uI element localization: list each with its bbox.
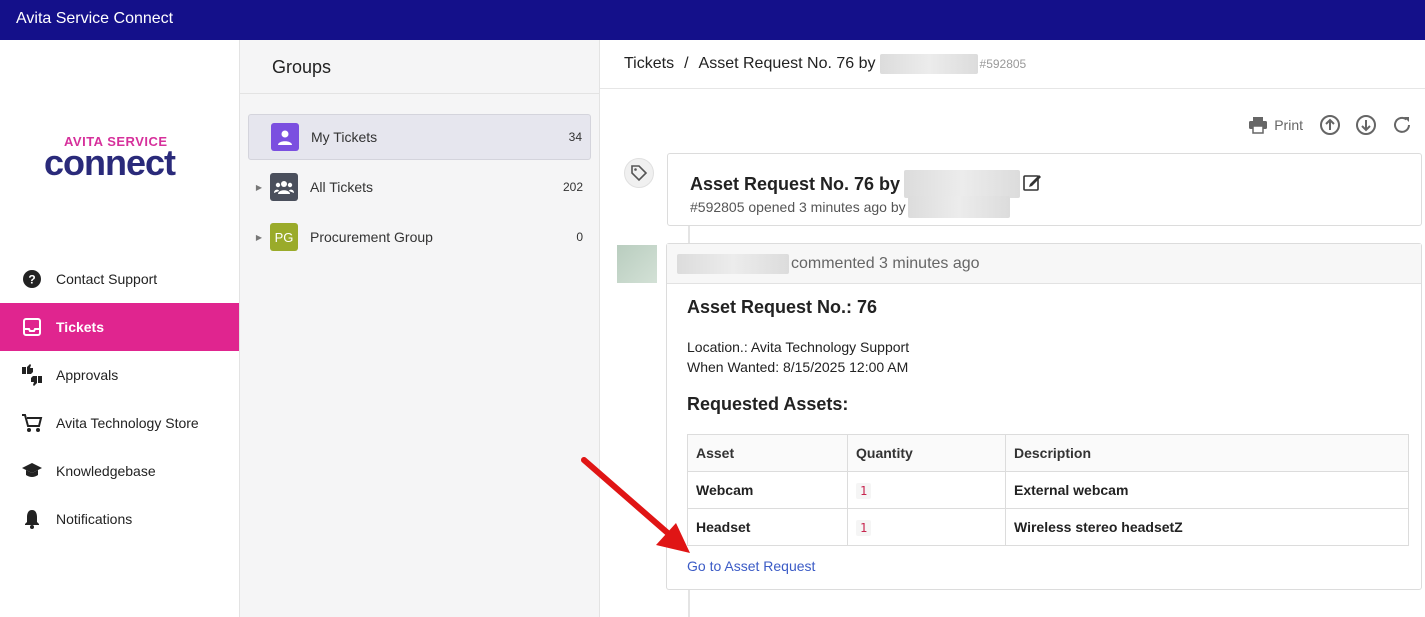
group-label: All Tickets (310, 179, 374, 195)
ticket-meta: #592805 opened 3 minutes ago by (690, 196, 1010, 218)
sidebar-item-approvals[interactable]: Approvals (0, 351, 239, 399)
ticket-title-text: Asset Request No. 76 by (690, 173, 901, 194)
cart-icon (20, 411, 44, 435)
asset-description: Wireless stereo headsetZ (1005, 508, 1409, 546)
requested-assets-heading: Requested Assets: (687, 394, 849, 414)
app-title: Avita Service Connect (16, 10, 174, 27)
ticket-title: Asset Request No. 76 by (690, 170, 1042, 198)
group-avatar: PG (270, 223, 298, 251)
group-item-all-tickets[interactable]: ▶ All Tickets 202 (248, 164, 591, 210)
breadcrumb-separator: / (684, 55, 689, 72)
comment-header: commented 3 minutes ago (667, 244, 1421, 284)
redacted-name (879, 54, 978, 74)
comment-card: commented 3 minutes ago Asset Request No… (666, 243, 1422, 590)
column-header: Asset (687, 434, 848, 472)
groups-header: Groups (240, 40, 599, 94)
sidebar-item-knowledgebase[interactable]: Knowledgebase (0, 447, 239, 495)
groups-title: Groups (272, 57, 332, 77)
group-label: Procurement Group (310, 229, 433, 245)
group-count: 34 (568, 130, 582, 144)
expand-caret-icon[interactable]: ▶ (248, 183, 270, 192)
column-header: Description (1005, 434, 1409, 472)
help-circle-icon: ? (20, 267, 44, 291)
table-row: Webcam 1 External webcam (687, 471, 1409, 509)
groups-panel: Groups My Tickets 34 ▶ All Tickets 202 ▶… (240, 40, 600, 617)
scroll-up-button[interactable] (1319, 114, 1341, 136)
asset-quantity: 1 (847, 508, 1006, 546)
edit-icon[interactable] (1022, 172, 1042, 197)
breadcrumb-tickets[interactable]: Tickets (624, 55, 674, 73)
go-to-asset-request-link[interactable]: Go to Asset Request (687, 558, 815, 574)
request-heading: Asset Request No.: 76 (687, 297, 878, 317)
ticket-toolbar: Print (1234, 114, 1413, 136)
sidebar-item-label: Avita Technology Store (56, 415, 199, 431)
sidebar-item-label: Notifications (56, 511, 133, 527)
app-header: Avita Service Connect (0, 0, 1425, 40)
refresh-icon (1391, 114, 1413, 136)
ticket-summary-card: Asset Request No. 76 by #592805 opened 3… (667, 153, 1422, 226)
arrow-down-circle-icon (1355, 114, 1377, 136)
redacted-name (677, 253, 789, 274)
table-row: Headset 1 Wireless stereo headsetZ (687, 508, 1409, 546)
sidebar-item-notifications[interactable]: Notifications (0, 495, 239, 543)
breadcrumb: Tickets / Asset Request No. 76 by #59280… (624, 54, 1026, 74)
logo-line-2: connect (44, 142, 176, 183)
group-icon (270, 173, 298, 201)
print-button[interactable]: Print (1248, 116, 1303, 134)
bell-icon (20, 507, 44, 531)
comment-meta: commented 3 minutes ago (791, 254, 980, 272)
ticket-meta-text: #592805 opened 3 minutes ago by (690, 199, 906, 215)
sidebar-item-store[interactable]: Avita Technology Store (0, 399, 239, 447)
breadcrumb-ticket-number: #592805 (979, 57, 1027, 71)
asset-name: Webcam (687, 471, 848, 509)
person-icon (271, 123, 299, 151)
request-location: Location.: Avita Technology Support (687, 339, 910, 355)
asset-quantity: 1 (847, 471, 1006, 509)
expand-caret-icon[interactable]: ▶ (248, 233, 270, 242)
column-header: Quantity (847, 434, 1006, 472)
quantity-value: 1 (856, 483, 872, 499)
quantity-value: 1 (856, 520, 872, 536)
ticket-view: Tickets / Asset Request No. 76 by #59280… (600, 40, 1425, 617)
asset-description: External webcam (1005, 471, 1409, 509)
arrow-up-circle-icon (1319, 114, 1341, 136)
table-header-row: Asset Quantity Description (687, 434, 1409, 472)
thumbs-up-down-icon (20, 363, 44, 387)
sidebar-item-label: Contact Support (56, 271, 158, 287)
sidebar: AVITA SERVICE connect ? Contact Support … (0, 40, 240, 617)
svg-text:?: ? (28, 273, 35, 287)
sidebar-item-label: Approvals (56, 367, 119, 383)
scroll-down-button[interactable] (1355, 114, 1377, 136)
group-count: 202 (562, 180, 583, 194)
inbox-icon (20, 315, 44, 339)
request-when-wanted: When Wanted: 8/15/2025 12:00 AM (687, 359, 909, 375)
group-item-my-tickets[interactable]: My Tickets 34 (248, 114, 591, 160)
sidebar-item-tickets[interactable]: Tickets (0, 303, 239, 351)
redacted-name (907, 196, 1010, 218)
asset-name: Headset (687, 508, 848, 546)
group-item-procurement[interactable]: ▶ PG Procurement Group 0 (248, 214, 591, 260)
breadcrumb-current: Asset Request No. 76 by (698, 55, 876, 72)
avita-connect-logo: AVITA SERVICE connect (44, 134, 204, 183)
assets-table: Asset Quantity Description Webcam 1 Exte… (687, 434, 1409, 546)
printer-icon (1248, 116, 1268, 134)
graduation-cap-icon (20, 459, 44, 483)
redacted-name (904, 170, 1021, 198)
group-count: 0 (576, 230, 583, 244)
tag-icon (624, 158, 654, 188)
avatar (617, 245, 657, 283)
divider (600, 88, 1425, 89)
sidebar-item-label: Tickets (56, 319, 104, 335)
refresh-button[interactable] (1391, 114, 1413, 136)
sidebar-item-contact-support[interactable]: ? Contact Support (0, 255, 239, 303)
group-label: My Tickets (311, 129, 378, 145)
print-label: Print (1274, 117, 1303, 133)
sidebar-item-label: Knowledgebase (56, 463, 156, 479)
